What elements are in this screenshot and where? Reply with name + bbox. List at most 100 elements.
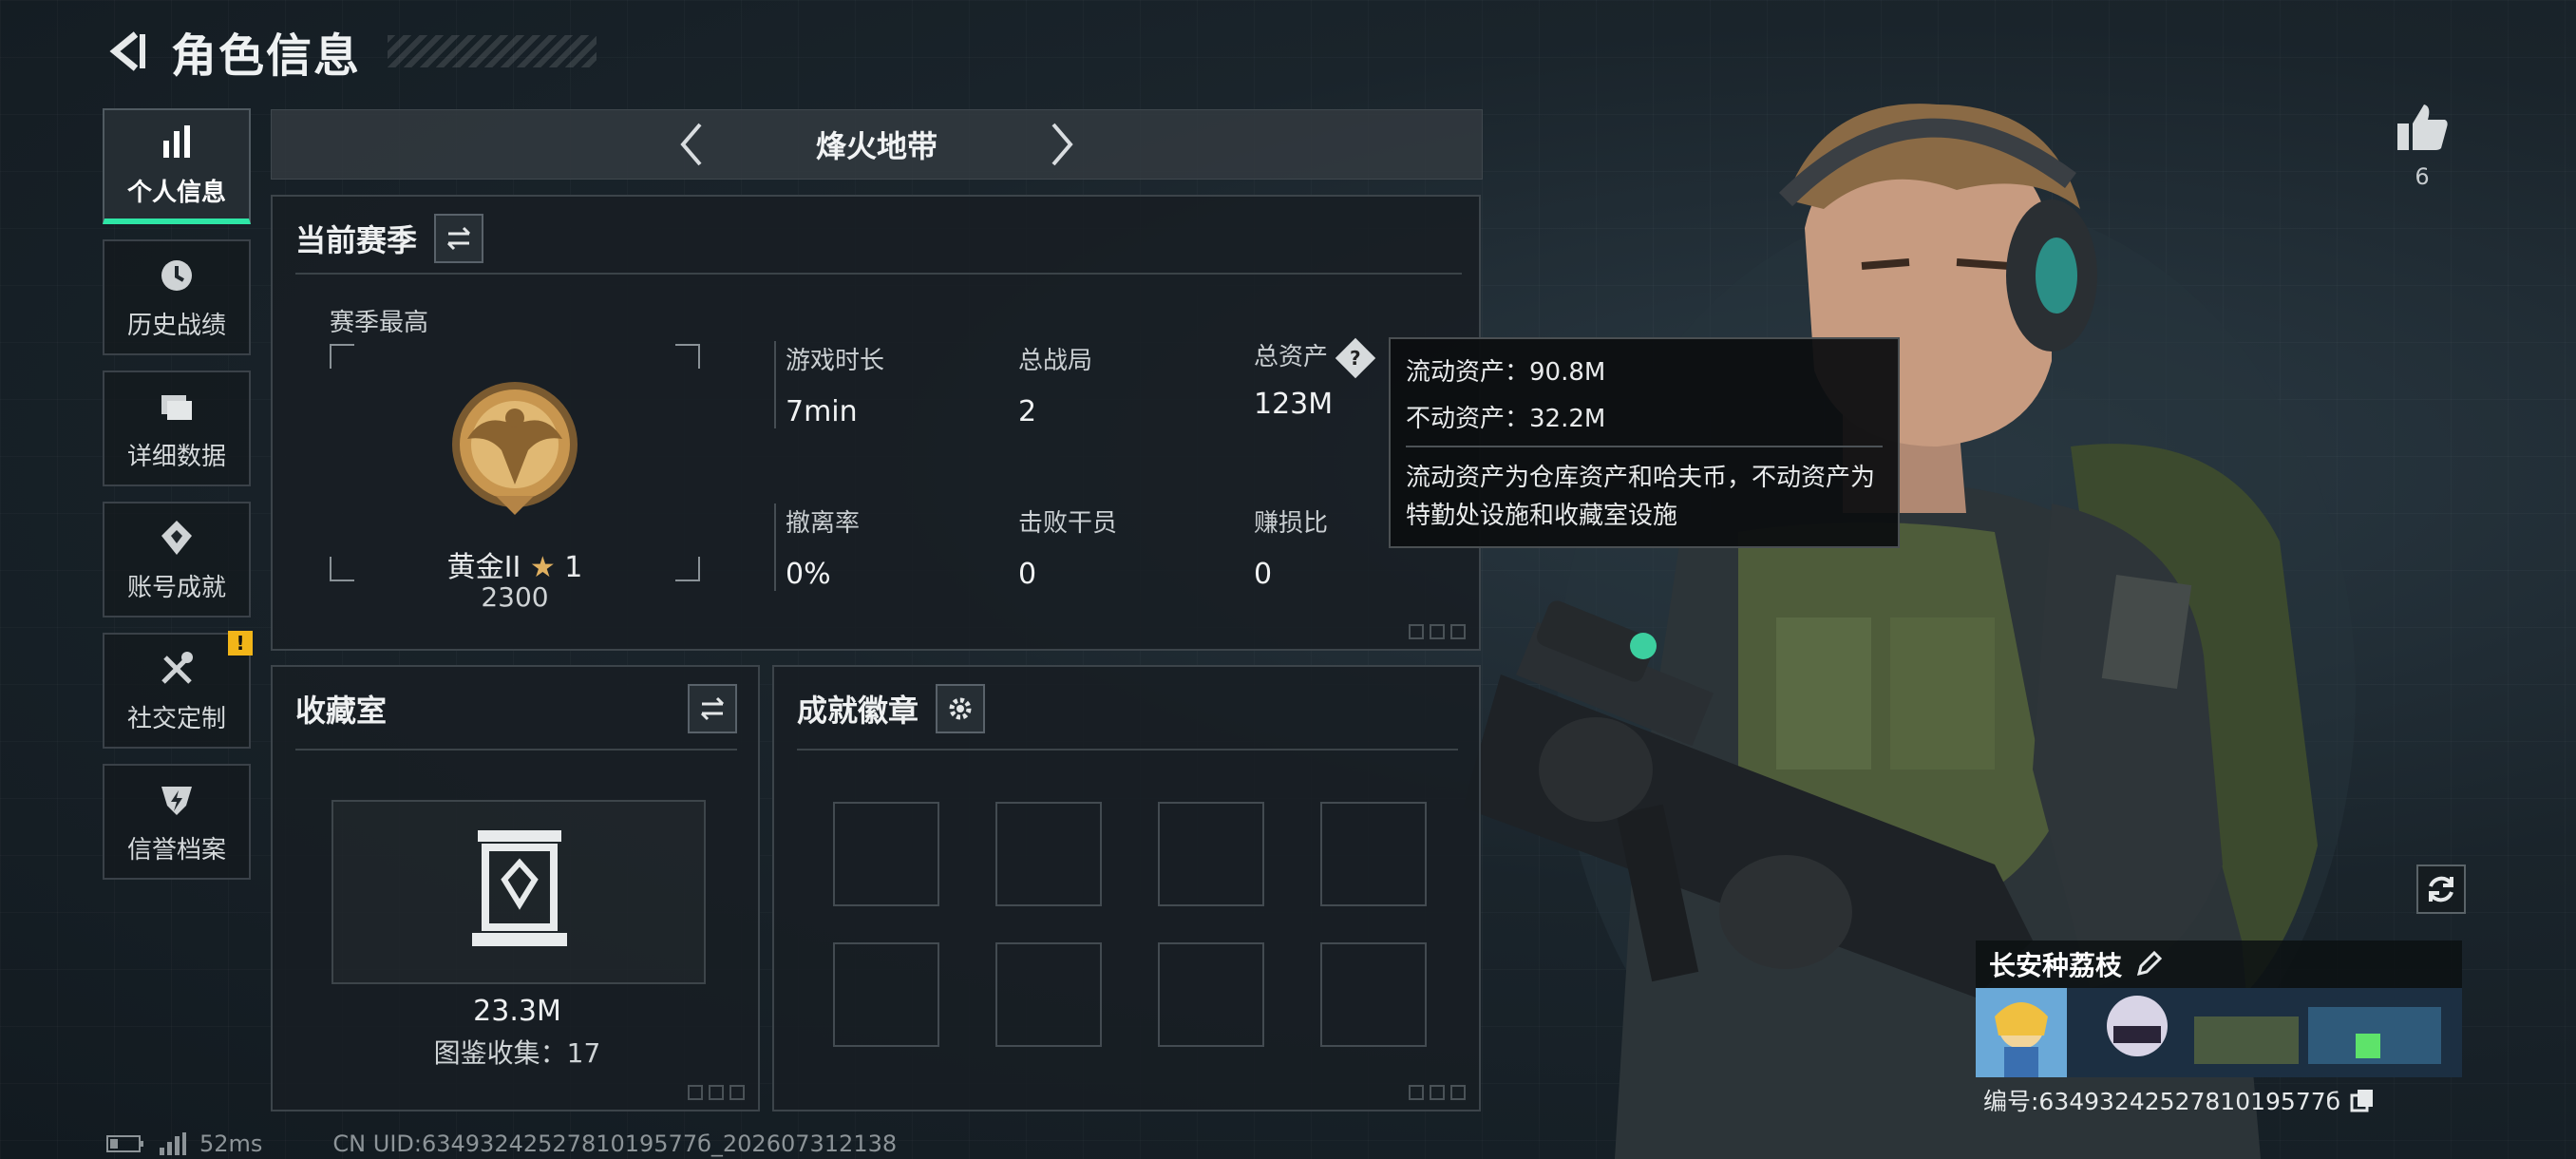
rank-name-row: 黄金II ★ 1 bbox=[330, 543, 700, 585]
assets-description: 流动资产为仓库资产和哈夫币，不动资产为特勤处设施和收藏室设施 bbox=[1406, 464, 1876, 530]
stat-total-assets: 总资产? 123M bbox=[1244, 337, 1376, 421]
stat-value: 0 bbox=[1018, 558, 1037, 591]
header-decoration bbox=[388, 35, 597, 67]
help-icon[interactable]: ? bbox=[1335, 337, 1376, 378]
display-case-icon bbox=[472, 830, 567, 946]
stat-value: 0% bbox=[786, 558, 831, 591]
assets-tooltip: 流动资产：90.8M 不动资产：32.2M 流动资产为仓库资产和哈夫币，不动资产… bbox=[1389, 337, 1900, 548]
badge-slot[interactable] bbox=[833, 942, 939, 1047]
back-arrow-icon bbox=[109, 31, 145, 71]
frame-corner bbox=[330, 344, 354, 369]
next-mode-button[interactable] bbox=[1029, 110, 1095, 179]
season-title: 当前赛季 bbox=[295, 222, 418, 258]
gold-rank-medal-icon bbox=[452, 382, 578, 515]
nav-item-label: 历史战绩 bbox=[126, 311, 226, 340]
stat-extract-rate: 撤离率 0% bbox=[774, 504, 860, 591]
badge-slot[interactable] bbox=[995, 942, 1102, 1047]
clock-icon bbox=[156, 255, 198, 296]
page-title: 角色信息 bbox=[171, 29, 362, 83]
rank-stars: 1 bbox=[564, 551, 583, 584]
chevron-right-icon bbox=[1051, 123, 1073, 166]
stat-label: 撤离率 bbox=[786, 509, 861, 538]
nav-item-label: 账号成就 bbox=[126, 573, 226, 602]
player-name-bar: 长安种荔枝 bbox=[1976, 940, 2462, 988]
collection-value: 23.3M bbox=[473, 995, 561, 1028]
like-widget: 6 bbox=[2394, 103, 2451, 190]
switch-collection-button[interactable] bbox=[688, 684, 737, 733]
gear-icon bbox=[949, 697, 972, 720]
nav-item-label: 个人信息 bbox=[126, 178, 226, 207]
nav-item-history[interactable]: 历史战绩 bbox=[103, 239, 251, 355]
back-button[interactable] bbox=[104, 28, 152, 75]
badge-slot[interactable] bbox=[995, 802, 1102, 906]
nav-item-label: 信誉档案 bbox=[126, 835, 226, 864]
current-season-panel: 当前赛季 赛季最高 黄金II ★ 1 2300 游戏时长 7min 总战局 2 … bbox=[271, 195, 1481, 651]
stat-play-time: 游戏时长 7min bbox=[774, 341, 884, 428]
tools-icon bbox=[156, 648, 198, 690]
badge-slot[interactable] bbox=[1158, 802, 1264, 906]
achievement-badges-panel: 成就徽章 bbox=[772, 665, 1481, 1112]
collection-title: 收藏室 bbox=[295, 693, 388, 729]
rank-score: 2300 bbox=[481, 581, 549, 613]
stat-profit-ratio: 赚损比 0 bbox=[1244, 504, 1328, 591]
swap-icon bbox=[446, 226, 471, 251]
stat-label: 击败干员 bbox=[1018, 509, 1118, 538]
thumbs-up-icon bbox=[2397, 104, 2448, 150]
stat-value: 123M bbox=[1254, 388, 1334, 421]
swap-icon bbox=[700, 696, 725, 721]
achievements-title: 成就徽章 bbox=[797, 693, 919, 729]
nav-item-social-custom[interactable]: ! 社交定制 bbox=[103, 631, 253, 749]
fixed-assets: 不动资产：32.2M bbox=[1406, 405, 1606, 433]
badge-settings-button[interactable] bbox=[936, 684, 986, 733]
prev-mode-button[interactable] bbox=[658, 110, 725, 179]
edit-pencil-icon[interactable] bbox=[2135, 951, 2163, 978]
badge-slot[interactable] bbox=[1158, 942, 1264, 1047]
battery-icon bbox=[106, 1135, 143, 1152]
nav-item-personal-info[interactable]: 个人信息 bbox=[103, 108, 251, 224]
alert-badge: ! bbox=[228, 631, 253, 656]
stat-value: 2 bbox=[1018, 395, 1037, 428]
nav-item-detailed-data[interactable]: 详细数据 bbox=[103, 370, 251, 486]
nav-item-reputation[interactable]: 信誉档案 bbox=[103, 764, 251, 880]
stat-label: 总战局 bbox=[1018, 347, 1093, 375]
season-best-label: 赛季最高 bbox=[330, 309, 429, 337]
panel-corner-decoration bbox=[1409, 624, 1466, 639]
badge-slot[interactable] bbox=[1320, 942, 1427, 1047]
nav-item-label: 详细数据 bbox=[126, 442, 226, 471]
badge-slot[interactable] bbox=[833, 802, 939, 906]
liquid-assets: 流动资产：90.8M bbox=[1406, 358, 1606, 387]
divider bbox=[797, 749, 1458, 750]
like-button[interactable] bbox=[2394, 103, 2451, 156]
stat-value: 0 bbox=[1254, 558, 1273, 591]
player-banner[interactable] bbox=[1976, 988, 2462, 1077]
copy-icon[interactable] bbox=[2350, 1088, 2375, 1112]
bar-chart-icon bbox=[156, 122, 198, 163]
status-footer: 52ms CN UID:6349324252781019577б_2026073… bbox=[106, 1130, 897, 1157]
current-mode: 烽火地带 bbox=[815, 128, 938, 164]
stat-value: 7min bbox=[786, 395, 858, 428]
collection-count: 图鉴收集：17 bbox=[433, 1037, 601, 1069]
stat-label: 总资产 bbox=[1254, 343, 1329, 371]
ping: 52ms bbox=[199, 1130, 263, 1157]
mode-selector: 烽火地带 bbox=[271, 109, 1483, 180]
chevron-left-icon bbox=[680, 123, 702, 166]
badge-icon bbox=[156, 517, 198, 559]
collection-room-panel[interactable]: 收藏室 23.3M 图鉴收集：17 bbox=[271, 665, 760, 1112]
client-uid: CN UID:6349324252781019577б_202607312138 bbox=[332, 1130, 898, 1157]
divider bbox=[295, 749, 737, 750]
star-icon: ★ bbox=[529, 551, 556, 584]
stat-label: 游戏时长 bbox=[786, 347, 885, 375]
frame-corner bbox=[675, 344, 700, 369]
divider bbox=[1406, 446, 1883, 447]
rotate-character-button[interactable] bbox=[2416, 864, 2466, 914]
like-count: 6 bbox=[2415, 163, 2430, 190]
refresh-icon bbox=[2429, 876, 2453, 902]
nav-item-achievements[interactable]: 账号成就 bbox=[103, 502, 251, 618]
switch-season-button[interactable] bbox=[434, 214, 484, 263]
panel-corner-decoration bbox=[688, 1085, 745, 1100]
player-name: 长安种荔枝 bbox=[1989, 950, 2123, 981]
page-header: 角色信息 bbox=[104, 23, 597, 83]
badge-slot[interactable] bbox=[1320, 802, 1427, 906]
rank-display: 黄金II ★ 1 2300 bbox=[330, 344, 700, 613]
rank-name: 黄金II bbox=[446, 551, 521, 584]
